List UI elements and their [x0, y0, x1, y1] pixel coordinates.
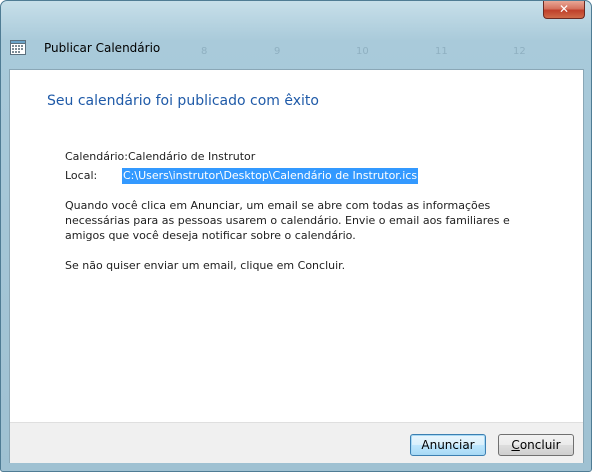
announce-button[interactable]: Anunciar	[410, 434, 486, 456]
page-title: Seu calendário foi publicado com êxito	[47, 93, 319, 109]
dialog-content: Seu calendário foi publicado com êxito C…	[9, 69, 584, 463]
location-path[interactable]: C:\Users\instrutor\Desktop\Calendário de…	[122, 168, 419, 184]
close-button[interactable]: ✕	[543, 1, 585, 19]
finish-hint-text: Se não quiser enviar um email, clique em…	[65, 259, 346, 272]
calendar-row: Calendário:Calendário de Instrutor	[65, 150, 255, 163]
title-bar[interactable]: 8 9 10 11 12 Publicar Calendário ✕	[1, 1, 591, 67]
dialog-window: 8 9 10 11 12 Publicar Calendário ✕ Seu c…	[0, 0, 592, 472]
finish-button[interactable]: Concluir	[498, 434, 574, 456]
background-number: 11	[435, 46, 448, 57]
finish-label: oncluir	[519, 438, 561, 452]
background-number: 10	[356, 46, 369, 57]
location-label: Local:	[65, 169, 98, 182]
finish-access-key: C	[511, 438, 520, 452]
background-number: 12	[513, 46, 526, 57]
window-title: Publicar Calendário	[44, 41, 161, 55]
button-bar: Anunciar Concluir	[10, 422, 583, 463]
close-icon: ✕	[558, 2, 570, 16]
calendar-value: Calendário de Instrutor	[127, 150, 256, 163]
background-number: 8	[201, 46, 208, 57]
calendar-label: Calendário:	[65, 150, 128, 163]
calendar-icon	[10, 40, 26, 55]
background-number: 9	[274, 46, 281, 57]
instructions-text: Quando você clica em Anunciar, um email …	[65, 199, 510, 242]
